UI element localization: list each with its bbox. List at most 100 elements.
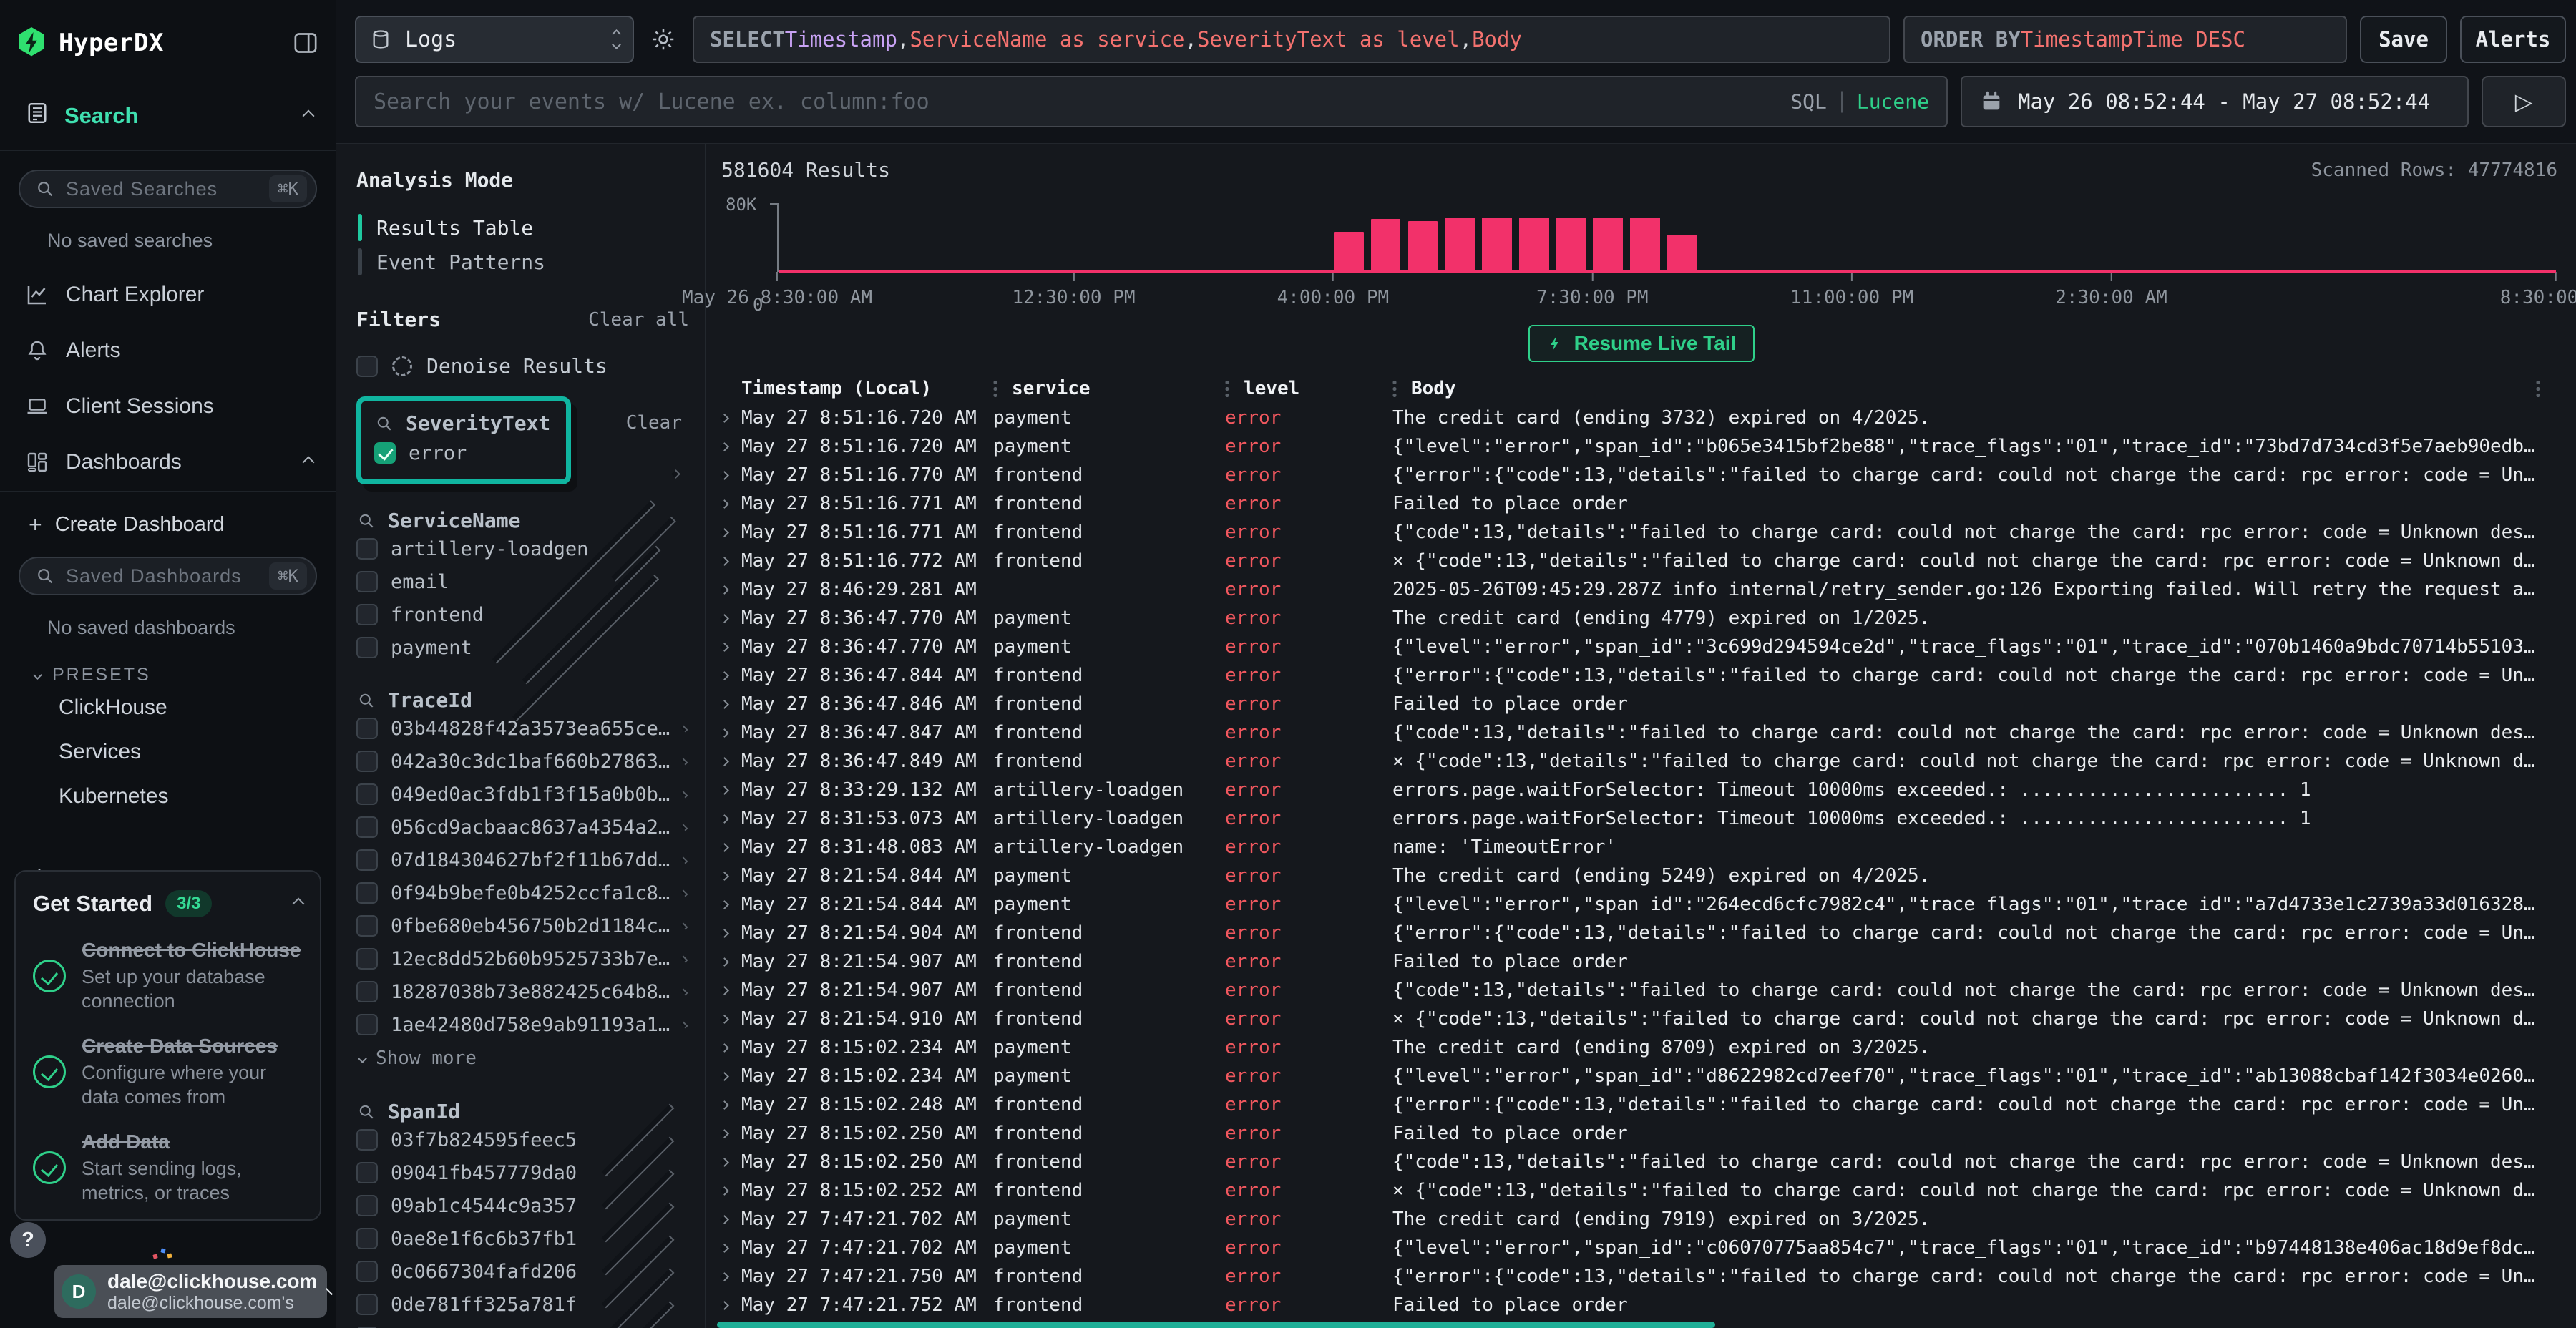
sql-select-input[interactable]: SELECT Timestamp, ServiceName as service…	[693, 16, 1890, 63]
filter-option[interactable]: 09ab1c4544c9a357	[356, 1189, 689, 1222]
checkbox[interactable]	[356, 1162, 378, 1183]
expand-row-icon[interactable]	[720, 585, 729, 595]
checkbox[interactable]	[356, 1014, 378, 1035]
filter-option[interactable]: 03f7b824595feec5	[356, 1123, 689, 1156]
log-row[interactable]: May 27 8:36:47.847 AM frontend error {"c…	[717, 718, 2566, 747]
log-row[interactable]: May 27 8:51:16.770 AM frontend error {"e…	[717, 461, 2566, 489]
expand-row-icon[interactable]	[720, 557, 729, 566]
saved-dashboards-field[interactable]	[66, 565, 259, 587]
chevron-up-icon[interactable]	[303, 110, 315, 122]
filter-option[interactable]: artillery-loadgen	[356, 532, 689, 565]
log-row[interactable]: May 27 8:15:02.250 AM frontend error {"c…	[717, 1148, 2566, 1176]
filter-option[interactable]: 09041fb457779da0	[356, 1156, 689, 1189]
expand-row-icon[interactable]	[720, 442, 729, 451]
log-row[interactable]: May 27 8:51:16.771 AM frontend error {"c…	[717, 518, 2566, 547]
log-row[interactable]: May 27 8:15:02.234 AM payment error The …	[717, 1033, 2566, 1062]
log-row[interactable]: May 27 8:21:54.844 AM payment error The …	[717, 861, 2566, 890]
expand-row-icon[interactable]	[720, 957, 729, 967]
expand-row-icon[interactable]	[720, 1043, 729, 1053]
checkbox[interactable]	[356, 915, 378, 937]
search-icon[interactable]	[356, 511, 376, 531]
filter-only-chevron-icon[interactable]	[681, 856, 688, 864]
chevron-up-icon[interactable]	[293, 898, 305, 910]
filter-only-chevron-icon[interactable]	[681, 758, 688, 765]
histogram-bar[interactable]	[1482, 218, 1511, 272]
filter-option-error[interactable]: error	[374, 435, 553, 471]
log-row[interactable]: May 27 8:51:16.771 AM frontend error Fai…	[717, 489, 2566, 518]
histogram-bar[interactable]	[1445, 218, 1475, 272]
source-select[interactable]: Logs	[355, 16, 634, 63]
checkbox[interactable]	[356, 718, 378, 739]
checkbox[interactable]	[356, 783, 378, 805]
get-started-item[interactable]: Create Data Sources Configure where your…	[33, 1035, 303, 1109]
language-toggle-sql[interactable]: SQL	[1790, 90, 1827, 114]
saved-searches-input[interactable]: ⌘K	[19, 170, 317, 208]
checkbox[interactable]	[356, 882, 378, 904]
expand-row-icon[interactable]	[720, 757, 729, 766]
filter-option[interactable]: 0fbe680eb456750b2d1184c…	[356, 909, 689, 942]
expand-row-icon[interactable]	[720, 929, 729, 938]
log-row[interactable]: May 27 8:21:54.904 AM frontend error {"e…	[717, 919, 2566, 947]
histogram-bar[interactable]	[1593, 218, 1622, 272]
filter-only-chevron-icon[interactable]	[681, 725, 688, 732]
checkbox[interactable]	[356, 1129, 378, 1151]
log-row[interactable]: May 27 8:15:02.252 AM frontend error × {…	[717, 1176, 2566, 1205]
scrollbar-thumb[interactable]	[717, 1322, 1715, 1328]
expand-row-icon[interactable]	[720, 986, 729, 995]
get-started-item[interactable]: Connect to ClickHouse Set up your databa…	[33, 939, 303, 1013]
column-resize-handle[interactable]	[1392, 379, 1397, 398]
column-resize-handle[interactable]	[1225, 379, 1229, 398]
expand-row-icon[interactable]	[720, 872, 729, 881]
expand-row-icon[interactable]	[720, 528, 729, 537]
sidebar-item-dashboards[interactable]: Dashboards	[16, 449, 320, 475]
expand-row-icon[interactable]	[720, 1015, 729, 1024]
histogram-bar[interactable]	[1334, 232, 1363, 272]
checkbox[interactable]	[356, 981, 378, 1002]
filter-option[interactable]: 056cd9acbaac8637a4354a2…	[356, 811, 689, 844]
filter-option[interactable]: 07d184304627bf2f11b67dd…	[356, 844, 689, 877]
column-resize-handle[interactable]	[993, 379, 997, 398]
sidebar-item-alerts[interactable]: Alerts	[16, 338, 320, 363]
log-row[interactable]: May 27 8:15:02.234 AM payment error {"le…	[717, 1062, 2566, 1090]
filter-only-chevron-icon[interactable]	[681, 1021, 688, 1028]
expand-row-icon[interactable]	[720, 414, 729, 423]
filter-option[interactable]: 03b44828f42a3573ea655ce…	[356, 712, 689, 745]
checkbox[interactable]	[356, 849, 378, 871]
date-range-picker[interactable]: May 26 08:52:44 - May 27 08:52:44	[1961, 76, 2469, 127]
order-by-input[interactable]: ORDER BY TimestampTime DESC	[1903, 16, 2347, 63]
get-started-header[interactable]: Get Started 3/3	[33, 890, 303, 917]
filter-option[interactable]: 0f94b9befe0b4252ccfa1c8…	[356, 877, 689, 909]
sidebar-item-search[interactable]: Search	[16, 100, 320, 150]
filter-option[interactable]: 0ae8e1f6c6b37fb1	[356, 1222, 689, 1255]
tab-results-table[interactable]: Results Table	[356, 210, 689, 245]
log-row[interactable]: May 27 8:36:47.846 AM frontend error Fai…	[717, 690, 2566, 718]
clear-severity-filter-button[interactable]: Clear	[626, 412, 682, 434]
expand-row-icon[interactable]	[720, 1100, 729, 1110]
tab-event-patterns[interactable]: Event Patterns	[356, 245, 689, 279]
histogram-bar[interactable]	[1408, 221, 1438, 272]
log-row[interactable]: May 27 8:21:54.844 AM payment error {"le…	[717, 890, 2566, 919]
clear-all-filters-button[interactable]: Clear all	[588, 309, 689, 331]
expand-row-icon[interactable]	[720, 643, 729, 652]
filter-option[interactable]: 049ed0ac3fdb1f3f15a0b0b…	[356, 778, 689, 811]
saved-searches-field[interactable]	[66, 178, 259, 200]
presets-toggle[interactable]: PRESETS	[16, 665, 320, 685]
log-row[interactable]: May 27 8:36:47.770 AM payment error The …	[717, 604, 2566, 633]
show-more-button[interactable]: Show more	[356, 1041, 689, 1075]
expand-row-icon[interactable]	[720, 1129, 729, 1138]
expand-row-icon[interactable]	[720, 786, 729, 795]
checkbox[interactable]	[356, 538, 378, 560]
run-query-button[interactable]: ▷	[2482, 76, 2566, 127]
filter-option[interactable]: 18287038b73e882425c64b8…	[356, 975, 689, 1008]
hyperdx-logo[interactable]: HyperDX	[16, 26, 164, 60]
log-row[interactable]: May 27 8:31:53.073 AM artillery-loadgen …	[717, 804, 2566, 833]
expand-row-icon[interactable]	[720, 1186, 729, 1196]
checkbox[interactable]	[356, 751, 378, 772]
expand-row-icon[interactable]	[720, 671, 729, 680]
log-row[interactable]: May 27 8:36:47.844 AM frontend error {"e…	[717, 661, 2566, 690]
log-row[interactable]: May 27 8:51:16.720 AM payment error The …	[717, 404, 2566, 432]
checkbox[interactable]	[356, 571, 378, 592]
checkbox[interactable]	[356, 604, 378, 625]
filter-option[interactable]: 0fae5381230518cb	[356, 1321, 689, 1328]
checkbox-checked[interactable]	[374, 442, 396, 464]
